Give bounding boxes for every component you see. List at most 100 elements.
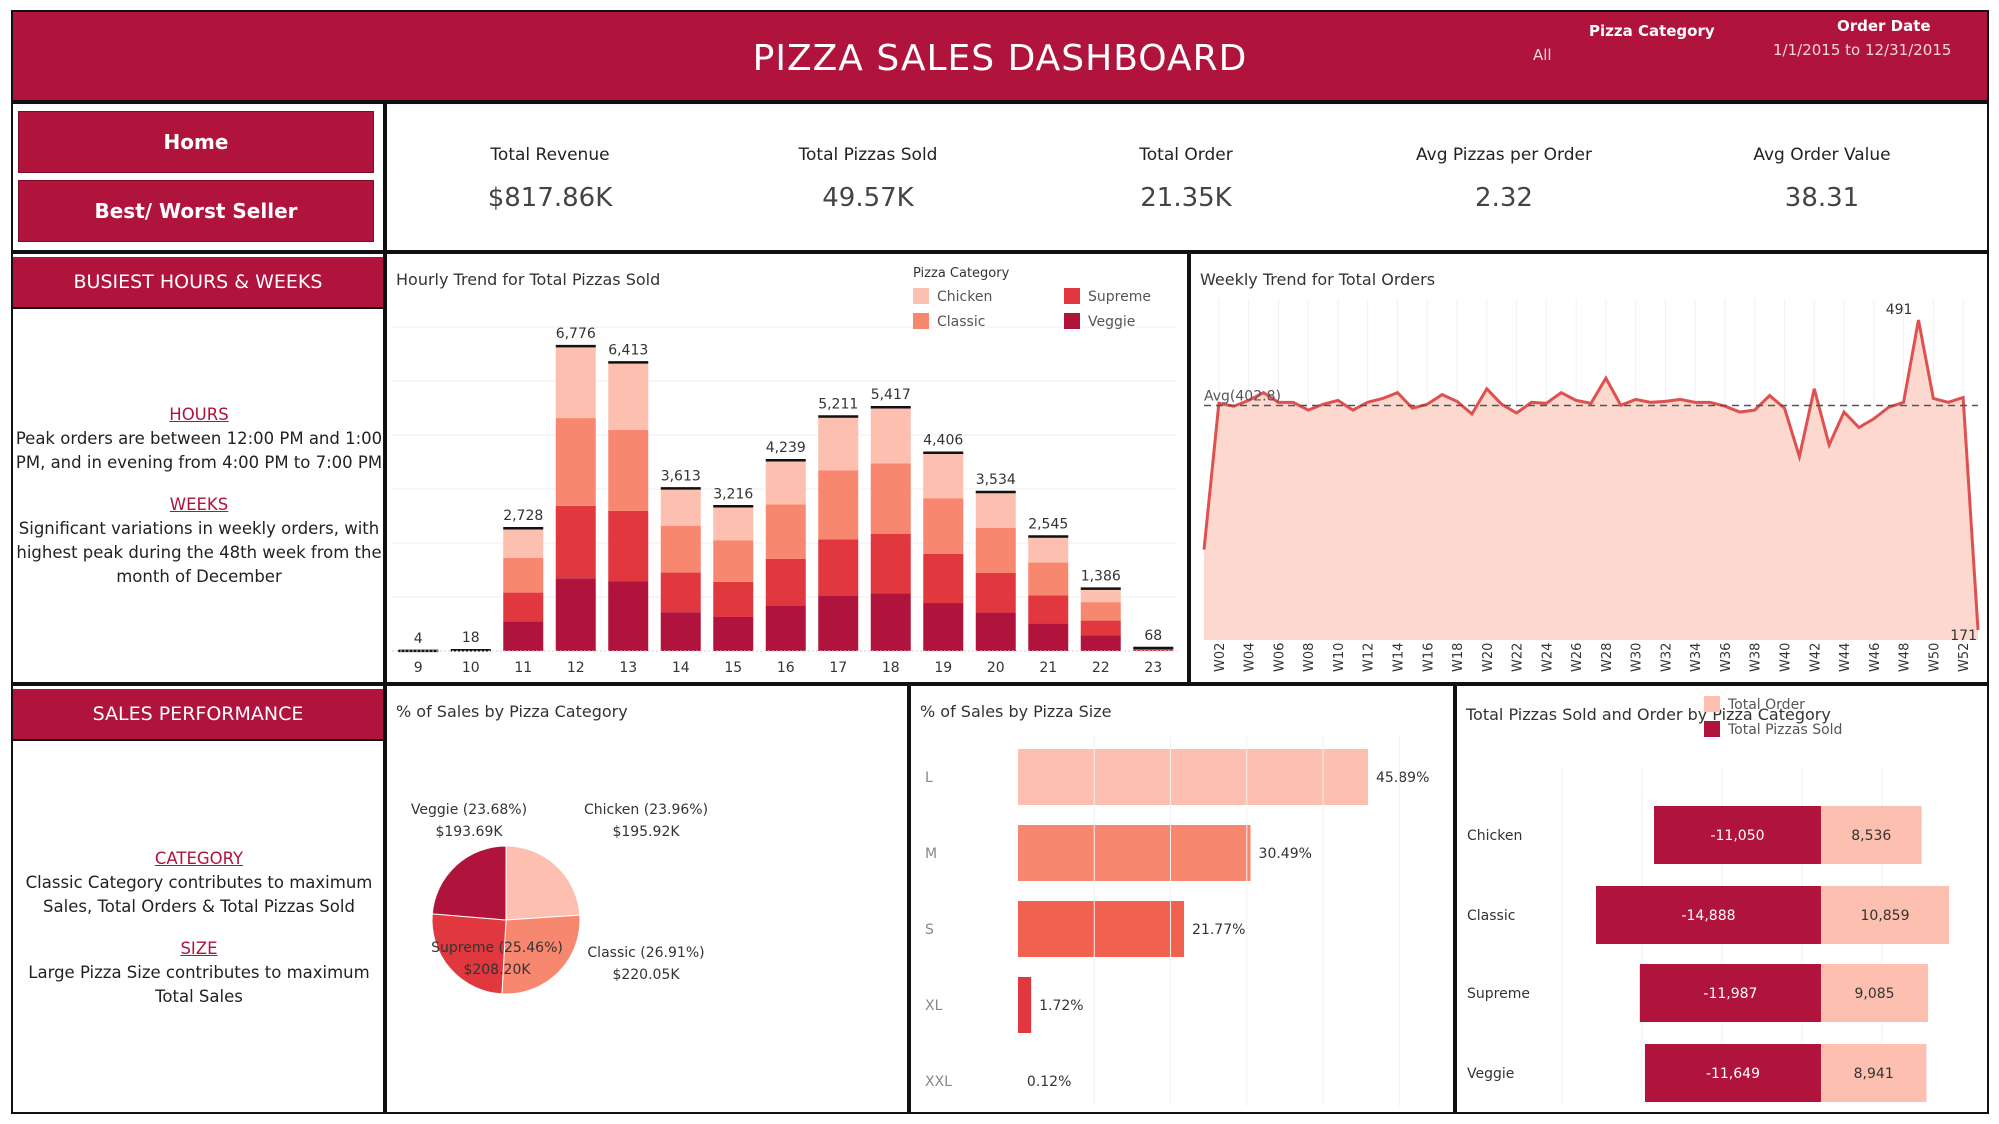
bar-label-total-order: 10,859: [1861, 908, 1910, 924]
bar-total-label: 6,413: [608, 342, 648, 358]
size-category-label: S: [925, 922, 934, 938]
home-button[interactable]: Home: [18, 111, 374, 173]
bar-label-pizzas-sold: -14,888: [1681, 908, 1735, 924]
x-tick-label: W24: [1540, 643, 1555, 672]
kpi-label: Total Revenue: [490, 145, 610, 165]
bar-total-label: 4: [414, 631, 423, 647]
bar-segment-chicken: [1028, 536, 1069, 563]
kpi-label: Avg Order Value: [1753, 145, 1891, 165]
x-tick-label: W38: [1749, 643, 1764, 672]
x-tick-label: 16: [777, 660, 795, 676]
size-chart: L 45.89% M 30.49% S 21.77% XL 1.72% XXL 0.12%: [925, 736, 1429, 1106]
best-worst-seller-button[interactable]: Best/ Worst Seller: [18, 180, 374, 242]
bar-segment-veggie: [503, 621, 544, 651]
category-label: Veggie: [1467, 1066, 1514, 1082]
category-keyword: CATEGORY: [154, 849, 244, 868]
x-tick-label: W36: [1719, 643, 1734, 672]
bar-total-label: 4,406: [923, 433, 963, 449]
pie-value-label: $220.05K: [612, 967, 680, 983]
x-tick-label: W08: [1302, 643, 1317, 672]
x-tick-label: W48: [1898, 643, 1913, 672]
hours-text: Peak orders are between 12:00 PM and 1:0…: [15, 429, 383, 472]
bar-segment-chicken: [818, 416, 859, 471]
size-value-label: 30.49%: [1259, 846, 1312, 862]
x-tick-label: 14: [672, 660, 690, 676]
size-bar-s: [1018, 901, 1185, 957]
size-keyword: SIZE: [180, 939, 218, 958]
bar-segment-supreme: [923, 553, 964, 604]
hours-keyword: HOURS: [169, 405, 229, 424]
bar-segment-chicken: [660, 488, 701, 526]
bar-segment-chicken: [923, 452, 964, 499]
pie-slice-chicken: [505, 845, 581, 921]
pie-value-label: $208.20K: [463, 962, 531, 978]
x-tick-label: W22: [1511, 643, 1526, 672]
pie-label: Supreme (25.46%): [431, 940, 563, 956]
bar-segment-supreme: [818, 539, 859, 596]
x-tick-label: 18: [882, 660, 900, 676]
kpi-total-order: Total Order 21.35K: [1056, 145, 1316, 213]
bar-segment-supreme: [660, 572, 701, 613]
bar-segment-chicken: [975, 491, 1016, 528]
bar-total-label: 4,239: [766, 440, 806, 456]
size-value-label: 21.77%: [1192, 922, 1245, 938]
busiest-heading: BUSIEST HOURS & WEEKS: [13, 257, 383, 309]
legend-label: Chicken: [937, 289, 992, 305]
size-category-label: XXL: [925, 1074, 952, 1090]
category-text: Classic Category contributes to maximum …: [25, 873, 373, 916]
kpi-value: 38.31: [1784, 183, 1860, 213]
kpi-label: Total Pizzas Sold: [798, 145, 938, 165]
kpi-value: 2.32: [1475, 183, 1533, 213]
bar-total-label: 2,545: [1028, 516, 1068, 532]
min-value-label: 171: [1950, 628, 1977, 644]
bar-total-label: 3,613: [661, 468, 701, 484]
legend-swatch-veggie: [1064, 313, 1080, 329]
legend-swatch-total-pizzas-sold: [1704, 721, 1720, 737]
legend-label: Total Pizzas Sold: [1727, 722, 1842, 738]
bar-total-label: 6,776: [556, 326, 596, 342]
bar-segment-veggie: [1080, 635, 1121, 651]
bar-segment-veggie: [870, 593, 911, 651]
bar-segment-veggie: [765, 605, 806, 651]
filter-date-value[interactable]: 1/1/2015 to 12/31/2015: [1773, 41, 1951, 59]
kpi-total-pizzas-sold: Total Pizzas Sold 49.57K: [738, 145, 998, 213]
bar-segment-supreme: [870, 533, 911, 594]
x-tick-label: W06: [1272, 643, 1287, 672]
kpi-avg-order-value: Avg Order Value 38.31: [1692, 145, 1952, 213]
bar-segment-classic: [870, 463, 911, 534]
legend-label: Supreme: [1088, 289, 1151, 305]
bar-segment-classic: [765, 504, 806, 559]
bar-segment-chicken: [503, 528, 544, 558]
bar-total-label: 3,216: [713, 486, 753, 502]
x-tick-label: 15: [724, 660, 742, 676]
kpi-avg-pizzas-per-order: Avg Pizzas per Order 2.32: [1374, 145, 1634, 213]
weekly-chart: Avg(402.8) 491 171 W02 W04 W06 W08 W10 W12 W14 W16…: [1202, 299, 1980, 672]
category-label: Supreme: [1467, 986, 1530, 1002]
bar-segment-supreme: [503, 592, 544, 622]
bar-segment-chicken: [555, 346, 596, 419]
bar-total-label: 18: [462, 630, 480, 646]
pie-slice-veggie: [431, 845, 507, 921]
x-tick-label: W10: [1332, 643, 1347, 672]
bar-label-total-order: 8,941: [1854, 1066, 1894, 1082]
bar-segment-supreme: [975, 572, 1016, 613]
legend-swatch-supreme: [1064, 288, 1080, 304]
bar-segment-classic: [555, 418, 596, 506]
bar-segment-supreme: [765, 558, 806, 606]
page-title: PIZZA SALES DASHBOARD: [752, 38, 1248, 79]
kpi-value: 49.57K: [822, 183, 914, 213]
bar-segment-classic: [713, 540, 754, 582]
bar-segment-veggie: [713, 616, 754, 651]
kpi-label: Total Order: [1139, 145, 1233, 165]
x-tick-label: W04: [1243, 643, 1258, 672]
size-text: Large Pizza Size contributes to maximum …: [28, 963, 370, 1006]
bar-segment-chicken: [608, 362, 649, 430]
size-category-label: M: [925, 846, 937, 862]
bar-segment-veggie: [660, 612, 701, 651]
filter-category-value[interactable]: All: [1533, 46, 1552, 64]
pie-label: Classic (26.91%): [587, 945, 704, 961]
size-value-label: 1.72%: [1039, 998, 1083, 1014]
legend-label: Classic: [937, 314, 985, 330]
bar-segment-classic: [923, 498, 964, 554]
performance-heading: SALES PERFORMANCE: [13, 689, 383, 741]
